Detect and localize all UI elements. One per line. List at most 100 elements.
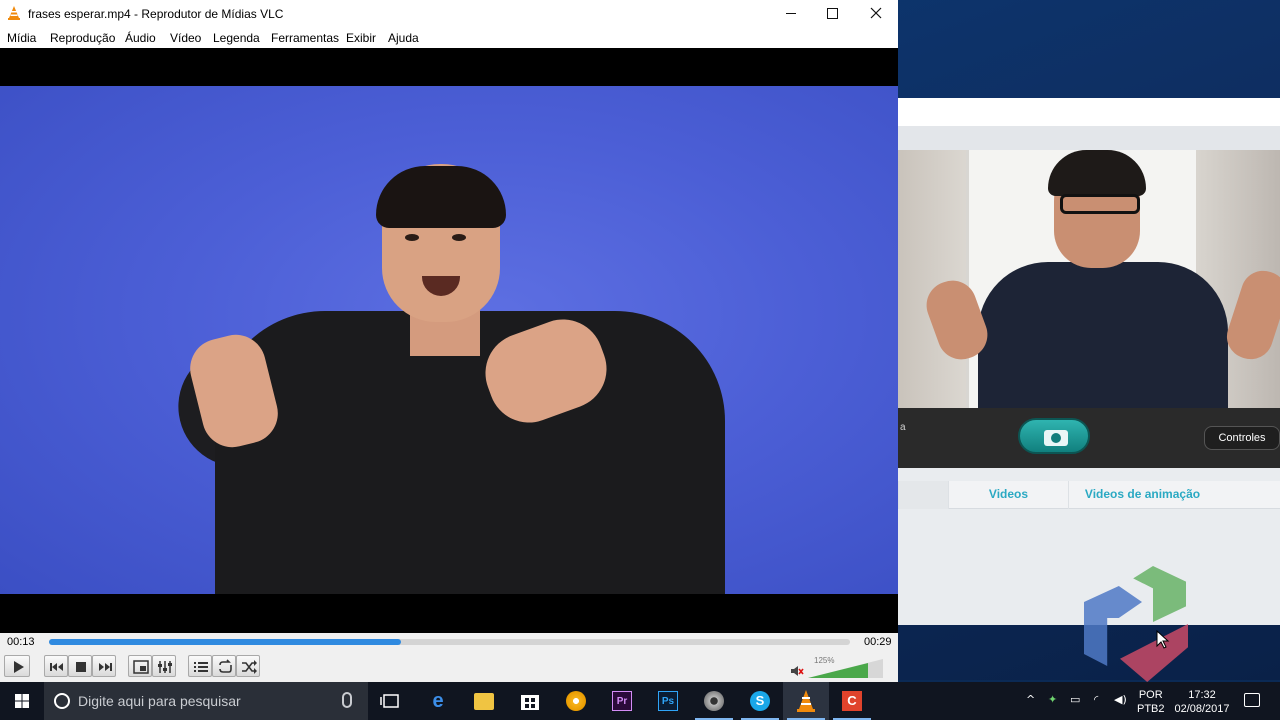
seek-bar[interactable] [49,639,850,645]
previous-button[interactable] [44,655,68,677]
menu-legenda[interactable]: Legenda [213,31,260,45]
folder-icon [474,693,494,710]
webcam-button[interactable] [691,682,737,720]
partial-label: a [900,422,906,433]
start-button[interactable] [0,682,44,720]
seek-progress [49,639,402,645]
loop-icon [219,659,232,673]
menu-ajuda[interactable]: Ajuda [388,31,419,45]
vlc-window: frases esperar.mp4 - Reprodutor de Mídia… [0,0,898,682]
fullscreen-button[interactable] [128,655,152,677]
elapsed-time: 00:13 [7,636,35,648]
menu-reproducao[interactable]: Reprodução [50,31,115,45]
random-icon [242,660,257,674]
microphone-icon[interactable] [342,692,352,708]
language-code: POR [1138,689,1163,701]
input-language[interactable]: POR PTB2 [1137,688,1165,716]
menu-video[interactable]: Vídeo [170,31,201,45]
close-icon [870,7,882,19]
photoshop-icon: Ps [658,691,678,711]
controls-button[interactable]: Controles [1204,426,1280,450]
signer-hair [376,166,506,228]
premiere-icon: Pr [612,691,632,711]
extended-settings-button[interactable] [152,655,176,677]
vlc-icon [797,690,815,712]
app-logo [1084,564,1190,684]
maximize-icon [827,8,838,19]
system-tray: ^ ✦ ▭ ◜ ◀) POR PTB2 17:32 02/08/2017 [1020,682,1280,720]
random-button[interactable] [236,655,260,677]
speaker-icon[interactable]: ◀) [1114,693,1127,706]
video-frame [0,86,898,594]
previous-icon [50,663,63,671]
skype-button[interactable]: S [737,682,783,720]
loop-button[interactable] [212,655,236,677]
mute-icon[interactable] [789,663,805,679]
menu-bar: Mídia Reprodução Áudio Vídeo Legenda Fer… [0,28,898,48]
store-icon [521,695,539,710]
camtasia-button[interactable]: C [829,682,875,720]
presenter-right-hand [1221,265,1280,365]
minimize-button[interactable] [769,0,813,28]
extended-settings-icon [158,661,172,673]
signer-eye-right [452,234,466,241]
battery-icon[interactable]: ▭ [1070,693,1080,706]
clock[interactable]: 17:32 02/08/2017 [1172,688,1232,716]
task-view-icon [380,694,399,708]
chrome-canary-icon [566,691,586,711]
logo-red-shape [1120,624,1188,682]
chrome-canary-button[interactable] [553,682,599,720]
show-hidden-icons[interactable]: ^ [1026,693,1035,706]
tab-videos[interactable]: Videos [948,481,1068,509]
camera-app-header [898,98,1280,126]
vlc-cone-icon [8,6,20,20]
menu-midia[interactable]: Mídia [7,31,36,45]
store-button[interactable] [507,682,553,720]
edge-icon: e [432,690,444,712]
video-area[interactable] [0,48,898,633]
next-button[interactable] [92,655,116,677]
webcam-preview [898,150,1280,408]
window-title: frases esperar.mp4 - Reprodutor de Mídia… [28,7,284,21]
clock-time: 17:32 [1188,689,1216,701]
next-icon [99,663,112,671]
menu-audio[interactable]: Áudio [125,31,156,45]
webcam-icon [704,691,724,711]
stop-icon [76,662,86,672]
playback-controls: 00:13 00:29 125% [0,633,898,682]
camera-controls-bar: a Controles [898,408,1280,468]
play-button[interactable] [4,655,30,677]
cortana-icon [54,693,70,709]
search-placeholder: Digite aqui para pesquisar [78,693,241,709]
task-view-button[interactable] [368,682,414,720]
title-bar: frases esperar.mp4 - Reprodutor de Mídia… [0,0,898,28]
taskbar: Digite aqui para pesquisar e Pr Ps S C ^… [0,682,1280,720]
fullscreen-icon [133,660,149,674]
vlc-taskbar-button[interactable] [783,682,829,720]
presenter-body [978,262,1228,408]
tab-partial[interactable] [898,481,948,509]
tab-animation-videos[interactable]: Videos de animação [1068,481,1216,509]
premiere-button[interactable]: Pr [599,682,645,720]
close-button[interactable] [854,0,898,28]
camera-app-band [898,126,1280,150]
menu-ferramentas[interactable]: Ferramentas [271,31,339,45]
stop-button[interactable] [68,655,92,677]
camera-app-tabs: Videos Videos de animação [898,481,1280,509]
camera-icon [1044,430,1068,446]
volume-percent: 125% [814,656,835,665]
maximize-button[interactable] [811,0,855,28]
snapshot-button[interactable] [1018,418,1090,454]
playlist-button[interactable] [188,655,212,677]
dropbox-icon[interactable]: ✦ [1048,693,1057,706]
file-explorer-button[interactable] [461,682,507,720]
minimize-icon [786,13,796,14]
menu-exibir[interactable]: Exibir [346,31,376,45]
photoshop-button[interactable]: Ps [645,682,691,720]
network-icon[interactable]: ◜ [1094,693,1098,706]
playlist-icon [194,662,208,672]
search-input[interactable]: Digite aqui para pesquisar [44,682,368,720]
edge-button[interactable]: e [415,682,461,720]
mouse-cursor-icon [1156,630,1170,649]
action-center-icon[interactable] [1244,693,1260,707]
